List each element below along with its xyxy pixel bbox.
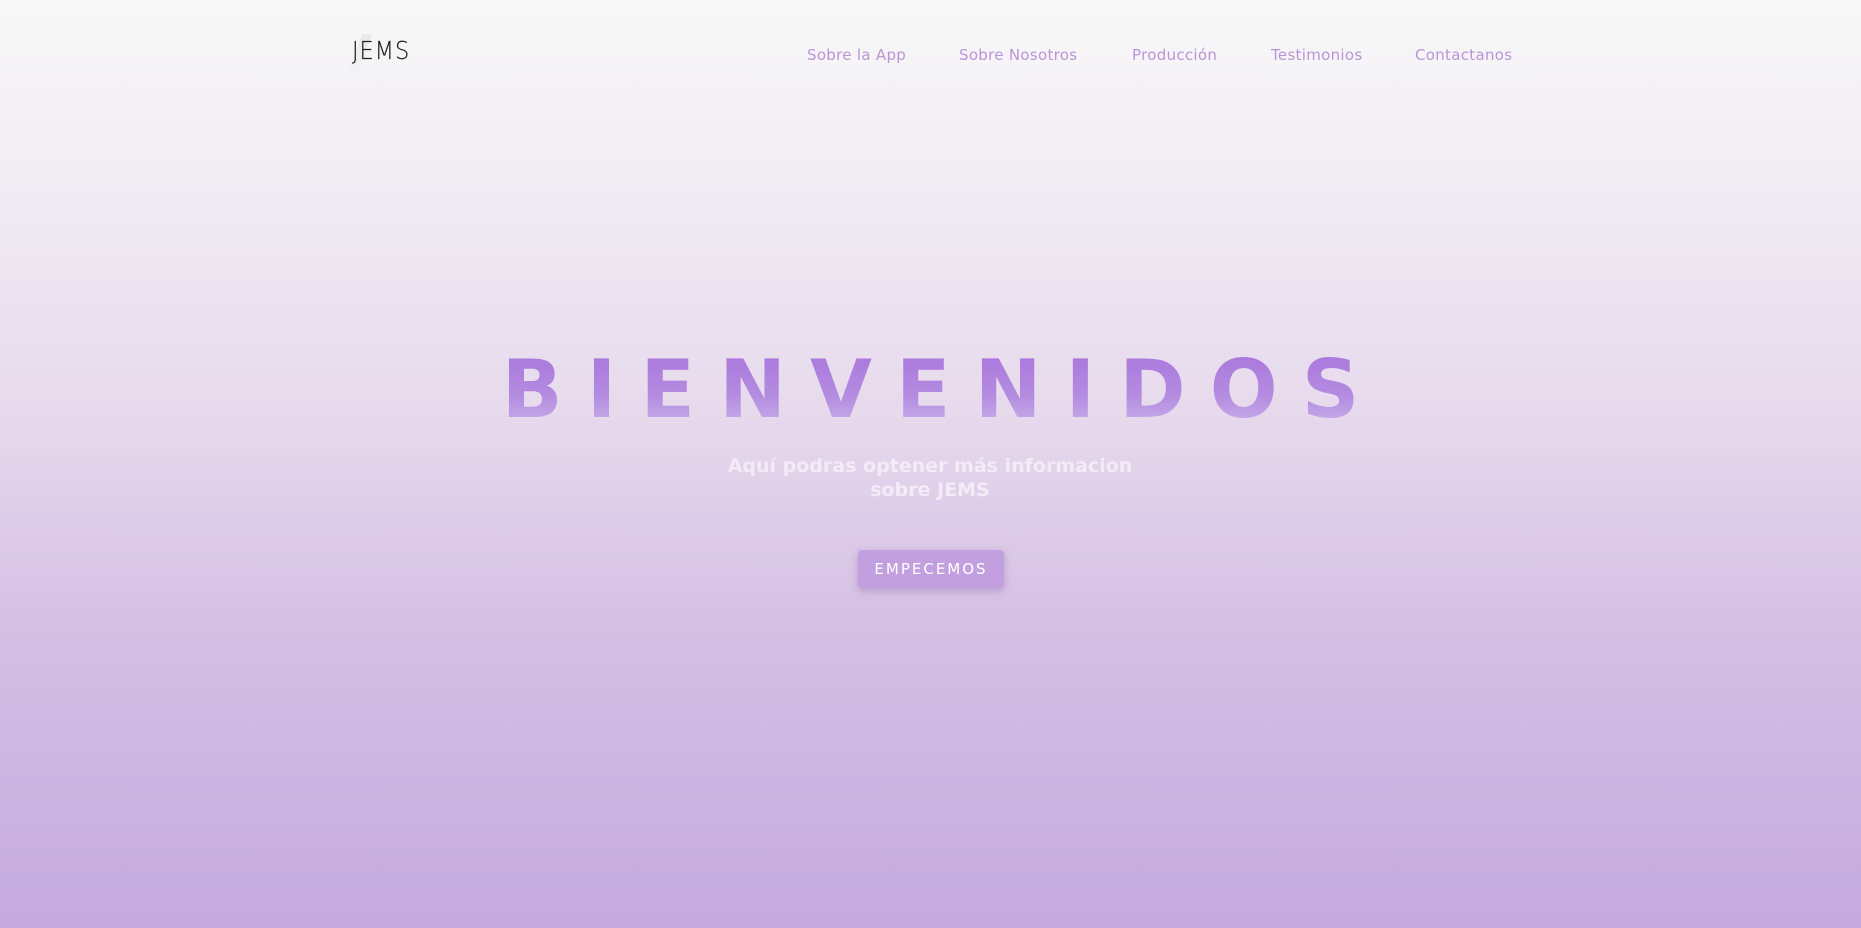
nav-menu: Sobre la App Sobre Nosotros Producción T… [0, 46, 1861, 66]
nav-link-contactanos[interactable]: Contactanos [1415, 46, 1512, 64]
nav-link-testimonios[interactable]: Testimonios [1271, 46, 1362, 64]
navbar: JEMS Sobre la App Sobre Nosotros Producc… [0, 0, 1861, 110]
hero-title: BIENVENIDOS [0, 340, 1861, 440]
empecemos-button[interactable]: EMPECEMOS [858, 550, 1004, 588]
hero-subtitle: Aquí podras optener más informacion sobr… [727, 455, 1133, 501]
nav-link-sobre-la-app[interactable]: Sobre la App [807, 46, 906, 64]
nav-link-sobre-nosotros[interactable]: Sobre Nosotros [959, 46, 1077, 64]
nav-link-produccion[interactable]: Producción [1132, 46, 1217, 64]
